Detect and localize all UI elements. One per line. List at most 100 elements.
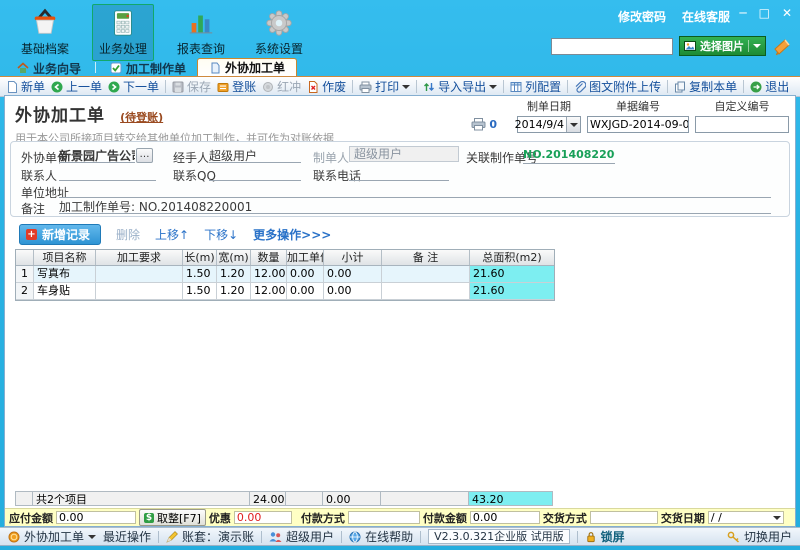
image-path-input[interactable] bbox=[551, 38, 673, 55]
grid-cell[interactable]: 写真布 bbox=[34, 266, 96, 282]
menu-item-reports[interactable]: 报表查询 bbox=[170, 4, 232, 61]
switch-user-button[interactable]: 切换用户 bbox=[727, 528, 792, 545]
maximize-button[interactable]: □ bbox=[759, 6, 770, 20]
menu-item-basic-files[interactable]: 基础档案 bbox=[14, 4, 76, 61]
menu-item-settings[interactable]: 系统设置 bbox=[248, 4, 310, 61]
payable-amount-input[interactable]: 0.00 bbox=[56, 511, 136, 524]
grid-cell[interactable] bbox=[96, 266, 183, 282]
grid-cell[interactable]: 车身贴 bbox=[34, 283, 96, 299]
grid-cell[interactable] bbox=[382, 283, 470, 299]
select-image-button[interactable]: 选择图片 bbox=[679, 36, 766, 56]
attachment-upload-button[interactable]: 图文附件上传 bbox=[574, 78, 661, 95]
dropdown-icon[interactable] bbox=[88, 535, 96, 543]
date-dropdown-button[interactable] bbox=[566, 117, 580, 132]
add-record-label: 新增记录 bbox=[42, 226, 90, 243]
horn-icon[interactable] bbox=[772, 36, 792, 56]
statusbar-account[interactable]: 账套：演示账 bbox=[166, 528, 254, 545]
grid-cell[interactable]: 0.00 bbox=[324, 266, 382, 282]
doc-number-input[interactable]: WXJGD-2014-09-04-0002 bbox=[587, 116, 689, 133]
menu-item-business[interactable]: 业务处理 bbox=[92, 4, 154, 61]
grid-cell[interactable] bbox=[382, 266, 470, 282]
tab-business-wizard[interactable]: 业务向导 bbox=[6, 60, 92, 76]
statusbar-recent-ops[interactable]: 最近操作 bbox=[103, 528, 151, 545]
grid-cell[interactable]: 1.20 bbox=[217, 283, 251, 299]
print-count[interactable]: 0 bbox=[471, 117, 497, 131]
toolbar-label: 登账 bbox=[232, 78, 256, 95]
dropdown-icon[interactable] bbox=[753, 44, 761, 52]
new-order-button[interactable]: 新单 bbox=[6, 78, 45, 95]
remark-input[interactable]: 加工制作单号: NO.201408220001 bbox=[59, 198, 771, 214]
grid-cell[interactable]: 12.00 bbox=[251, 266, 287, 282]
table-row[interactable]: 2车身贴1.501.2012.000.000.0021.60 bbox=[16, 283, 554, 300]
status-badge[interactable]: (待登账) bbox=[120, 111, 163, 124]
grid-cell[interactable]: 12.00 bbox=[251, 283, 287, 299]
pay-amount-input[interactable]: 0.00 bbox=[470, 511, 540, 524]
related-order-value[interactable]: NO.201408220001 bbox=[523, 148, 615, 164]
move-up-link[interactable]: 上移↑ bbox=[155, 226, 189, 243]
dropdown-icon[interactable] bbox=[489, 85, 497, 93]
delivery-method-input[interactable] bbox=[590, 511, 658, 524]
grid-cell[interactable]: 21.60 bbox=[470, 266, 554, 282]
contact-qq-input[interactable] bbox=[209, 165, 301, 181]
tab-processing-order[interactable]: 加工制作单 bbox=[99, 60, 197, 76]
row-number[interactable]: 2 bbox=[16, 283, 34, 299]
handler-value[interactable]: 超级用户 bbox=[209, 147, 301, 163]
toolbar-label: 列配置 bbox=[525, 78, 561, 95]
unit-picker-button[interactable]: … bbox=[136, 148, 153, 163]
toolbar-label: 下一单 bbox=[123, 78, 159, 95]
outsource-unit-value[interactable]: 新景园广告公司 bbox=[59, 147, 135, 163]
statusbar-separator bbox=[577, 531, 578, 543]
statusbar-user[interactable]: 超级用户 bbox=[269, 528, 334, 545]
register-icon bbox=[217, 81, 229, 93]
round-button[interactable]: $ 取整[F7] bbox=[139, 509, 206, 526]
contact-phone-input[interactable] bbox=[349, 165, 449, 181]
lock-screen-button[interactable]: 锁屏 bbox=[585, 528, 625, 545]
maker-label: 制单人 bbox=[313, 149, 349, 166]
copy-order-button[interactable]: 复制本单 bbox=[674, 78, 737, 95]
dropdown-icon[interactable] bbox=[402, 85, 410, 93]
print-count-value: 0 bbox=[489, 118, 497, 131]
change-password-link[interactable]: 修改密码 bbox=[618, 8, 666, 25]
discount-input[interactable]: 0.00 bbox=[234, 511, 292, 524]
tab-outsourcing-order[interactable]: 外协加工单 bbox=[197, 58, 297, 76]
address-input[interactable] bbox=[59, 182, 771, 198]
red-flush-button[interactable]: 红冲 bbox=[262, 78, 301, 95]
grid-cell[interactable] bbox=[96, 283, 183, 299]
move-down-link[interactable]: 下移↓ bbox=[204, 226, 238, 243]
minimize-button[interactable]: ─ bbox=[739, 6, 746, 20]
contact-input[interactable] bbox=[59, 165, 156, 181]
grid-cell[interactable]: 0.00 bbox=[324, 283, 382, 299]
save-button[interactable]: 保存 bbox=[172, 78, 211, 95]
statusbar-help[interactable]: 在线帮助 bbox=[349, 528, 413, 545]
row-number[interactable]: 1 bbox=[16, 266, 34, 282]
grid-cell[interactable]: 21.60 bbox=[470, 283, 554, 299]
pay-method-input[interactable] bbox=[348, 511, 420, 524]
import-export-button[interactable]: 导入导出 bbox=[423, 78, 497, 95]
statusbar-doc-type[interactable]: 外协加工单 bbox=[8, 528, 96, 545]
summary-subtotal: 0.00 bbox=[323, 491, 381, 506]
void-button[interactable]: 作废 bbox=[307, 78, 346, 95]
grid-cell[interactable]: 1.50 bbox=[183, 283, 217, 299]
next-order-button[interactable]: 下一单 bbox=[108, 78, 159, 95]
status-bar: 外协加工单 最近操作 账套：演示账 超级用户 在线帮助 V2.3.0.321企业… bbox=[0, 527, 800, 546]
more-actions-link[interactable]: 更多操作>>> bbox=[253, 226, 331, 243]
order-date-input[interactable]: 2014/9/4 bbox=[517, 116, 581, 133]
online-service-link[interactable]: 在线客服 bbox=[682, 8, 730, 25]
delivery-date-label: 交货日期 bbox=[661, 510, 705, 526]
grid-cell[interactable]: 1.20 bbox=[217, 266, 251, 282]
register-button[interactable]: 登账 bbox=[217, 78, 256, 95]
custom-number-input[interactable] bbox=[696, 117, 788, 132]
grid-cell[interactable]: 1.50 bbox=[183, 266, 217, 282]
print-button[interactable]: 打印 bbox=[359, 78, 410, 95]
exit-button[interactable]: 退出 bbox=[750, 78, 789, 95]
table-row[interactable]: 1写真布1.501.2012.000.000.0021.60 bbox=[16, 266, 554, 283]
delivery-date-input[interactable]: / / bbox=[708, 511, 784, 524]
close-button[interactable]: ✕ bbox=[782, 6, 792, 20]
prev-order-button[interactable]: 上一单 bbox=[51, 78, 102, 95]
column-config-button[interactable]: 列配置 bbox=[510, 78, 561, 95]
delete-row-link[interactable]: 删除 bbox=[116, 226, 140, 243]
add-record-button[interactable]: + 新增记录 bbox=[19, 224, 101, 245]
printer-icon bbox=[471, 117, 486, 131]
grid-cell[interactable]: 0.00 bbox=[287, 283, 324, 299]
grid-cell[interactable]: 0.00 bbox=[287, 266, 324, 282]
